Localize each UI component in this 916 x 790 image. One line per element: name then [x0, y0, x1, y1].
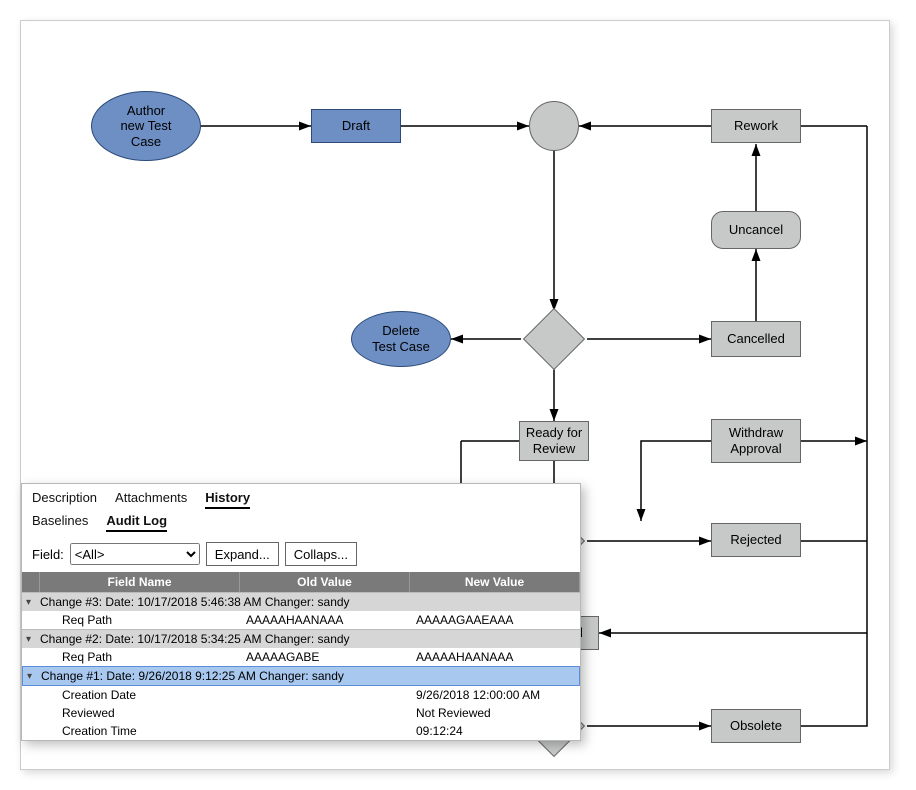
node-withdraw: Withdraw Approval	[711, 419, 801, 463]
field-select[interactable]: <All>	[70, 543, 200, 565]
change-group-header[interactable]: ▾Change #3: Date: 10/17/2018 5:46:38 AM …	[22, 592, 580, 611]
node-cancelled: Cancelled	[711, 321, 801, 357]
node-obsolete: Obsolete	[711, 709, 801, 743]
node-uncancel: Uncancel	[711, 211, 801, 249]
tab-row-sub: Baselines Audit Log	[22, 513, 580, 536]
change-data-row[interactable]: Req PathAAAAAGABEAAAAAHAANAAA	[22, 648, 580, 666]
node-author-label: Author new Test Case	[120, 103, 171, 150]
collapse-all-button[interactable]: Collaps...	[285, 542, 357, 566]
change-group-header[interactable]: ▾Change #2: Date: 10/17/2018 5:34:25 AM …	[22, 629, 580, 648]
change-data-row[interactable]: Req PathAAAAAHAANAAAAAAAAGAAEAAA	[22, 611, 580, 629]
node-ready-label: Ready for Review	[526, 425, 582, 456]
tab-baselines[interactable]: Baselines	[32, 513, 88, 532]
node-rejected: Rejected	[711, 523, 801, 557]
field-filter-row: Field: <All> Expand... Collaps...	[22, 536, 580, 572]
change-data-row[interactable]: ReviewedNot Reviewed	[22, 704, 580, 722]
col-field-name: Field Name	[40, 572, 240, 592]
field-label: Field:	[32, 547, 64, 562]
node-draft: Draft	[311, 109, 401, 143]
col-new-value: New Value	[410, 572, 580, 592]
node-merge-circle	[529, 101, 579, 151]
grid-header: Field Name Old Value New Value	[22, 572, 580, 592]
node-withdraw-label: Withdraw Approval	[729, 425, 783, 456]
node-author: Author new Test Case	[91, 91, 201, 161]
col-old-value: Old Value	[240, 572, 410, 592]
node-rejected-label: Rejected	[730, 532, 781, 548]
change-data-row[interactable]: Creation Time09:12:24	[22, 722, 580, 740]
tab-attachments[interactable]: Attachments	[115, 490, 187, 509]
changes-list: ▾Change #3: Date: 10/17/2018 5:46:38 AM …	[22, 592, 580, 740]
node-uncancel-label: Uncancel	[729, 222, 783, 238]
change-group-header[interactable]: ▾Change #1: Date: 9/26/2018 9:12:25 AM C…	[22, 666, 580, 686]
node-ready: Ready for Review	[519, 421, 589, 461]
tab-row-top: Description Attachments History	[22, 484, 580, 513]
node-cancelled-label: Cancelled	[727, 331, 785, 347]
expand-all-button[interactable]: Expand...	[206, 542, 279, 566]
audit-log-panel: Description Attachments History Baseline…	[21, 483, 581, 741]
diagram-canvas: Author new Test Case Draft Rework Uncanc…	[20, 20, 890, 770]
tab-description[interactable]: Description	[32, 490, 97, 509]
node-draft-label: Draft	[342, 118, 370, 134]
node-delete-label: Delete Test Case	[372, 323, 430, 354]
tab-history[interactable]: History	[205, 490, 250, 509]
node-delete: Delete Test Case	[351, 311, 451, 367]
node-rework: Rework	[711, 109, 801, 143]
node-obsolete-label: Obsolete	[730, 718, 782, 734]
node-decision-1	[523, 308, 585, 370]
change-data-row[interactable]: Creation Date9/26/2018 12:00:00 AM	[22, 686, 580, 704]
node-rework-label: Rework	[734, 118, 778, 134]
tab-audit-log[interactable]: Audit Log	[106, 513, 167, 532]
